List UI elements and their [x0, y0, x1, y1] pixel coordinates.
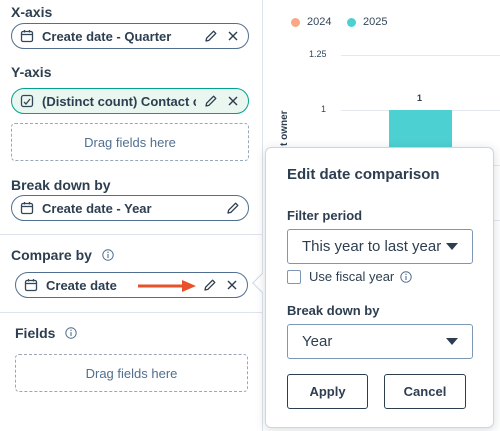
edit-pencil-icon[interactable] — [203, 278, 217, 292]
bar-value-label: 1 — [417, 93, 423, 103]
edit-date-comparison-popover: Edit date comparison Filter period This … — [265, 147, 494, 428]
section-divider — [0, 312, 262, 313]
y-axis-title: t owner — [279, 110, 290, 146]
popover-title: Edit date comparison — [287, 166, 440, 183]
filter-period-value: This year to last year — [302, 238, 442, 255]
legend-label: 2024 — [307, 16, 332, 28]
fiscal-year-label: Use fiscal year — [309, 269, 395, 284]
annotation-arrow-icon — [138, 280, 196, 292]
fields-heading-label: Fields — [15, 325, 56, 341]
section-divider — [0, 234, 262, 235]
y-axis-field-pill[interactable]: (Distinct count) Contact ow — [11, 88, 249, 114]
breakdown-period-select[interactable]: Year — [287, 324, 473, 359]
calendar-icon — [20, 30, 34, 43]
chevron-down-icon — [446, 338, 458, 345]
compare-field-pill[interactable]: Create date — [15, 272, 248, 298]
edit-pencil-icon[interactable] — [204, 94, 218, 108]
edit-pencil-icon[interactable] — [226, 201, 240, 215]
y-axis-heading: Y-axis — [11, 64, 52, 80]
x-axis-field-pill[interactable]: Create date - Quarter — [11, 23, 249, 49]
chart-config-panel: X-axis Create date - Quarter Y-axis (Dis… — [0, 0, 262, 431]
fiscal-year-row[interactable]: Use fiscal year — [287, 269, 412, 284]
chevron-down-icon — [446, 243, 458, 250]
edit-pencil-icon[interactable] — [204, 29, 218, 43]
remove-close-icon[interactable] — [225, 278, 239, 292]
legend-dot — [291, 17, 300, 27]
legend-item-2024: 2024 — [291, 16, 331, 28]
breakdown-field-pill[interactable]: Create date - Year — [11, 195, 249, 221]
apply-button[interactable]: Apply — [287, 374, 368, 409]
info-icon[interactable] — [102, 249, 114, 261]
bar-2025[interactable] — [389, 110, 452, 150]
breakdown-period-value: Year — [302, 333, 333, 350]
x-axis-field-label: Create date - Quarter — [42, 28, 172, 44]
y-tick-label: 1.25 — [309, 49, 327, 59]
fields-heading: Fields — [15, 325, 78, 341]
calendar-icon — [20, 202, 34, 215]
fields-dropzone[interactable]: Drag fields here — [15, 354, 248, 392]
x-axis-heading: X-axis — [11, 4, 53, 20]
legend-dot — [347, 17, 356, 27]
y-axis-dropzone[interactable]: Drag fields here — [11, 123, 249, 161]
breakdown-field-label: Create date - Year — [42, 200, 152, 216]
breakdown-heading: Break down by — [11, 177, 111, 193]
count-metric-icon — [20, 94, 34, 108]
info-icon[interactable] — [65, 327, 78, 339]
fiscal-year-checkbox[interactable] — [287, 269, 301, 284]
filter-period-label: Filter period — [287, 208, 363, 223]
compare-heading-label: Compare by — [11, 247, 92, 263]
cancel-button[interactable]: Cancel — [384, 374, 466, 409]
y-tick-label: 1 — [321, 104, 327, 114]
breakdown-period-label: Break down by — [287, 303, 380, 318]
calendar-icon — [24, 279, 38, 292]
compare-heading: Compare by — [11, 247, 114, 263]
remove-close-icon[interactable] — [226, 29, 240, 43]
remove-close-icon[interactable] — [226, 94, 240, 108]
grid-line — [341, 55, 500, 56]
legend-item-2025: 2025 — [347, 16, 387, 28]
legend-label: 2025 — [363, 16, 388, 28]
info-icon[interactable] — [400, 270, 412, 283]
y-axis-field-label: (Distinct count) Contact ow — [42, 93, 196, 109]
filter-period-select[interactable]: This year to last year — [287, 229, 473, 264]
